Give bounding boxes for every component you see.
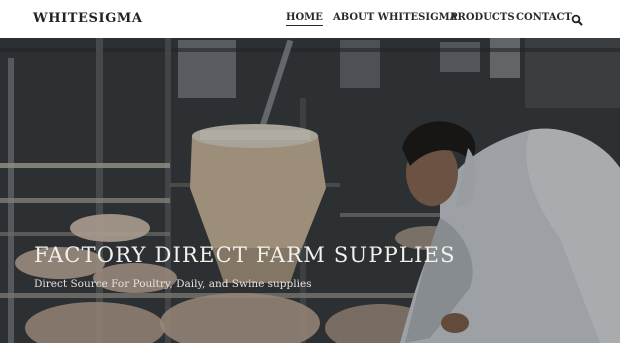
site-header: WHITESIGMA HOME ABOUT WHITESIGMA PRODUCT… — [0, 0, 620, 38]
nav-item-home[interactable]: HOME — [286, 12, 323, 26]
hero-banner: FACTORY DIRECT FARM SUPPLIES Direct Sour… — [0, 38, 620, 343]
nav-item-contact[interactable]: CONTACT — [516, 12, 572, 23]
hero-subtitle: Direct Source For Poultry, Daily, and Sw… — [34, 278, 312, 290]
main-nav: HOME ABOUT WHITESIGMA PRODUCTS CONTACT — [0, 12, 620, 32]
search-icon[interactable] — [571, 14, 583, 26]
hero-title: FACTORY DIRECT FARM SUPPLIES — [34, 243, 456, 267]
nav-item-products[interactable]: PRODUCTS — [450, 12, 515, 23]
hero-background-image — [0, 38, 620, 343]
nav-item-about[interactable]: ABOUT WHITESIGMA — [333, 12, 457, 23]
